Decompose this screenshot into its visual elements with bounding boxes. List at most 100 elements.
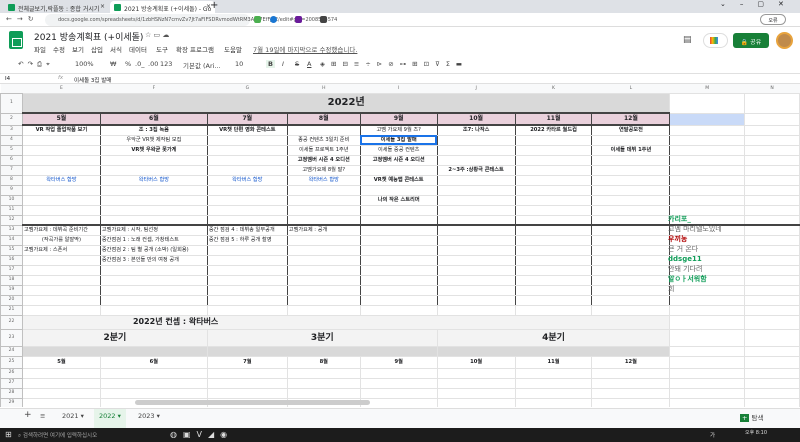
cell-I14[interactable] <box>359 234 438 246</box>
sheet-tab-2023[interactable]: 2023 ▾ <box>138 412 160 420</box>
cell-E3[interactable]: VR 작업 졸업작품 보기 <box>21 124 101 136</box>
add-sheet-icon[interactable]: + <box>24 410 32 420</box>
cell-N10[interactable] <box>744 194 800 206</box>
menu-edit[interactable]: 수정 <box>53 44 65 54</box>
cell-H13[interactable]: 고멤가요제 : 공개 <box>286 224 361 236</box>
cell-E8[interactable]: 왁타버스 합방 <box>21 174 101 186</box>
row-header[interactable]: 8 <box>0 174 23 186</box>
sheet-tab-2022[interactable]: 2022 ▾ <box>94 409 126 428</box>
column-header[interactable]: G <box>207 84 288 93</box>
cell-J15[interactable] <box>436 244 516 256</box>
taskbar-app-icons[interactable]: ◍▣V◢◉ <box>170 430 233 439</box>
cell-G12[interactable] <box>206 214 288 226</box>
cell-I11[interactable] <box>359 204 438 216</box>
cell-I17[interactable] <box>359 264 438 276</box>
row-header[interactable]: 12 <box>0 214 23 226</box>
cell-K18[interactable] <box>514 274 593 286</box>
cell-G13[interactable]: 중간 점검 4 : 데뷔송 일부공개 <box>206 224 288 236</box>
cell-K16[interactable] <box>514 254 593 266</box>
cell-L19[interactable] <box>591 284 671 296</box>
cell-H10[interactable] <box>286 194 361 206</box>
cell-L3[interactable]: 연말공모전 <box>591 124 671 136</box>
text-color-button[interactable]: A <box>307 60 311 68</box>
avatar[interactable] <box>776 32 793 49</box>
cell-H15[interactable] <box>286 244 361 256</box>
extension-icon[interactable] <box>295 16 302 23</box>
cell-F18[interactable] <box>99 274 208 286</box>
cell-F8[interactable]: 왁타버스 합방 <box>99 174 208 186</box>
nav-buttons[interactable]: ←→↻ <box>6 15 39 23</box>
cell-H20[interactable] <box>286 294 361 306</box>
cell-I6[interactable]: 고정멤버 시즌 4 오디션 <box>359 154 438 166</box>
cell-L13[interactable] <box>591 224 671 236</box>
cell-G26[interactable] <box>206 367 288 379</box>
cell-N4[interactable] <box>744 134 800 146</box>
cell-K4[interactable] <box>514 134 593 146</box>
row-header[interactable]: 17 <box>0 264 23 276</box>
cell-E11[interactable] <box>21 204 101 216</box>
cell-F11[interactable] <box>99 204 208 216</box>
cell-I13[interactable] <box>359 224 438 236</box>
cell-L27[interactable] <box>591 377 671 389</box>
cell-N7[interactable] <box>744 164 800 176</box>
cell-E6[interactable] <box>21 154 101 166</box>
cell-H11[interactable] <box>286 204 361 216</box>
undo-redo-print-paint[interactable]: ↶↷⎙⌖ <box>18 60 54 69</box>
row-header[interactable]: 27 <box>0 377 23 389</box>
cell-N28[interactable] <box>744 387 800 399</box>
cell-G9[interactable] <box>206 184 288 196</box>
cell-F12[interactable] <box>99 214 208 226</box>
cell-K3[interactable]: 2022 카타르 월드컵 <box>514 124 593 136</box>
cell-K11[interactable] <box>514 204 593 216</box>
cell-L21[interactable] <box>591 304 671 316</box>
cell-J7[interactable]: 2~3주 :상황극 콘테스트 <box>436 164 516 176</box>
name-box[interactable]: I4 <box>5 76 10 82</box>
cell-E18[interactable] <box>21 274 101 286</box>
column-header[interactable]: M <box>669 84 745 93</box>
column-header[interactable]: I <box>360 84 438 93</box>
cell-J17[interactable] <box>436 264 516 276</box>
bold-button[interactable]: B <box>266 60 275 68</box>
cell-I27[interactable] <box>359 377 438 389</box>
fill-borders-merge-align-icons[interactable]: ◈⊞⊟≡÷⊳⊘⊶⊞⊡⊽Σ▬ <box>320 60 468 68</box>
row-header[interactable]: 11 <box>0 204 23 216</box>
sheets-logo-icon[interactable] <box>9 31 23 49</box>
cell-E4[interactable] <box>21 134 101 146</box>
cell-G6[interactable] <box>206 154 288 166</box>
cell-J9[interactable] <box>436 184 516 196</box>
cell-H9[interactable] <box>286 184 361 196</box>
cell-M6[interactable] <box>669 154 746 166</box>
cell-J19[interactable] <box>436 284 516 296</box>
cell-E14[interactable]: (작곡가를 알잘딱) <box>21 234 101 246</box>
browser-tab[interactable]: 전체글보기,락플동 : 종합 거시기 × <box>4 1 109 13</box>
cell-I20[interactable] <box>359 294 438 306</box>
cell-F17[interactable] <box>99 264 208 276</box>
formula-input[interactable]: 이세돌 3집 발매 <box>74 76 111 84</box>
cell-N19[interactable] <box>744 284 800 296</box>
last-edit-link[interactable]: 7월 19일에 마지막으로 수정했습니다. <box>253 44 357 54</box>
row-header[interactable]: 28 <box>0 387 23 399</box>
cell-F28[interactable] <box>99 387 208 399</box>
cell-M7[interactable] <box>669 164 746 176</box>
windows-start-icon[interactable]: ⊞ <box>5 430 12 439</box>
cell-G21[interactable] <box>206 304 288 316</box>
cell-F26[interactable] <box>99 367 208 379</box>
cell-L17[interactable] <box>591 264 671 276</box>
cell-M5[interactable] <box>669 144 746 156</box>
format-select[interactable]: 123 <box>160 60 172 68</box>
cell-M27[interactable] <box>669 377 746 389</box>
cell-H28[interactable] <box>286 387 361 399</box>
cell-G16[interactable] <box>206 254 288 266</box>
cell-K27[interactable] <box>514 377 593 389</box>
cell-E5[interactable] <box>21 144 101 156</box>
cell-I19[interactable] <box>359 284 438 296</box>
cell-E16[interactable] <box>21 254 101 266</box>
cell-N14[interactable] <box>744 234 800 246</box>
italic-button[interactable]: I <box>282 60 284 68</box>
explore-button[interactable]: + 탐색 <box>740 412 764 422</box>
cell-J13[interactable] <box>436 224 516 236</box>
cell-K7[interactable] <box>514 164 593 176</box>
cell-L5[interactable]: 이세돌 데뷔 1주년 <box>591 144 671 156</box>
sheet-tab-2021[interactable]: 2021 ▾ <box>62 412 84 420</box>
cell-M21[interactable] <box>669 304 746 316</box>
